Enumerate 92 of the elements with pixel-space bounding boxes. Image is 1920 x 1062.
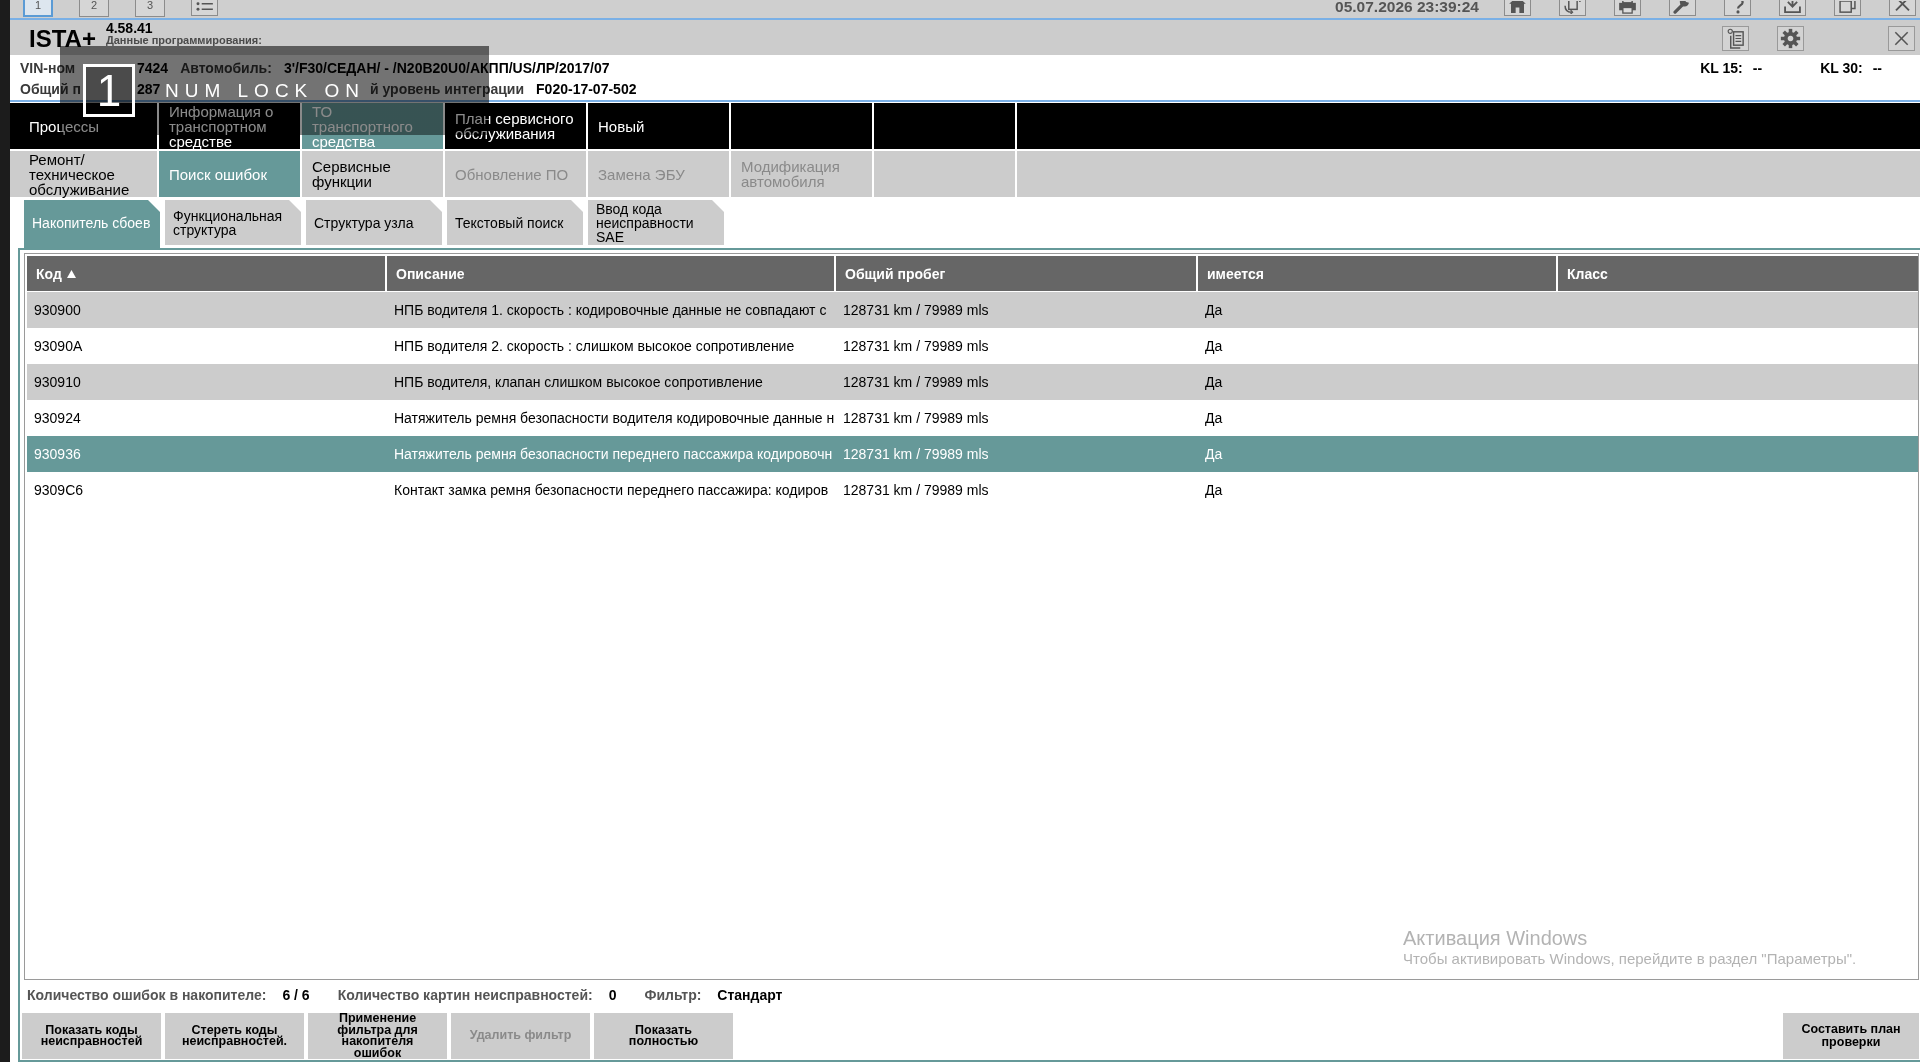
status-value: 6 / 6	[282, 987, 310, 1003]
programming-data-label: Данные программирования:	[105, 35, 262, 46]
table-cell-text: Да	[1204, 301, 1224, 320]
table-cell-text: 128731 km / 79989 mls	[842, 481, 990, 500]
home-icon	[1507, 1, 1528, 14]
table-cell-text: НПБ водителя 2. скорость : слишком высокое сопротивление	[393, 337, 796, 356]
column-header[interactable]: Класс	[1558, 256, 1918, 291]
sub-tab[interactable]: Структура узла	[306, 200, 442, 245]
status-label: Количество картин неисправностей:	[337, 987, 593, 1003]
table-row[interactable]: 930910 НПБ водителя, клапан слишком высокое сопротивление 128731 km / 79989 mls Да	[27, 364, 1918, 400]
action-button[interactable]: Составить план проверки	[1783, 1013, 1919, 1059]
close-icon	[1892, 1, 1913, 14]
column-header[interactable]: Код	[27, 256, 385, 291]
column-header[interactable]: имеется	[1198, 256, 1556, 291]
info-value: 287	[137, 80, 161, 97]
toolbar-button[interactable]	[1559, 0, 1586, 16]
column-header[interactable]: Описание	[387, 256, 834, 291]
toolbar-button[interactable]	[1669, 0, 1696, 16]
table-cell-text: 128731 km / 79989 mls	[842, 409, 990, 428]
num-lock-message: NUM LOCK ON	[165, 79, 366, 102]
sub-tab[interactable]: Ввод кода неисправности SAE	[588, 200, 724, 245]
info-value: F020-17-07-502	[536, 80, 637, 97]
terminal-value: --	[1752, 59, 1763, 76]
info-value: 3'/F30/СЕДАН/ - /N20B20U0/АКПП/US/ЛР/2017/07	[283, 59, 610, 76]
menu-category: Ремонт/ техническое обслуживание	[10, 151, 157, 197]
workspace-tab[interactable]: 2	[79, 0, 109, 17]
status-label: Фильтр:	[644, 987, 702, 1003]
table-cell-text: НПБ водителя, клапан слишком высокое сопротивление	[393, 373, 764, 392]
toolbar-button[interactable]	[1614, 0, 1641, 16]
info-value: 7424	[137, 59, 169, 76]
status-value: 0	[608, 987, 617, 1003]
table-cell-text: 128731 km / 79989 mls	[842, 445, 990, 464]
workspace-tab[interactable]: 3	[135, 0, 165, 17]
terminal-label: KL 15:	[1700, 59, 1743, 76]
menu-tab[interactable]: Информация о транспортном средстве	[159, 103, 300, 149]
menu-tab[interactable]: Новый	[588, 103, 729, 149]
date-time: 05.07.2026 23:39:24	[1335, 0, 1479, 13]
list-icon	[194, 1, 215, 14]
sub-tab[interactable]: Текстовый поиск	[447, 200, 583, 245]
activation-message: Чтобы активировать Windows, перейдите в раздел "Параметры".	[1403, 950, 1857, 968]
table-cell-text: 93090A	[33, 337, 84, 356]
table-cell-text: 930936	[33, 445, 82, 464]
table-cell-text: Да	[1204, 337, 1224, 356]
action-button[interactable]: Стереть коды неисправностей.	[165, 1013, 304, 1059]
menu-tab[interactable]: Сервисные функции	[302, 151, 443, 197]
terminal-value: --	[1872, 59, 1882, 76]
documents-icon	[1725, 28, 1746, 49]
toolbar-button[interactable]	[1722, 26, 1749, 51]
activation-title: Активация Windows	[1403, 926, 1589, 950]
table-cell-text: 930924	[33, 409, 82, 428]
table-cell-text: Да	[1204, 481, 1224, 500]
toolbar-button[interactable]	[1834, 0, 1861, 16]
table-cell-text: 930900	[33, 301, 82, 320]
table-cell-text: Контакт замка ремня безопасности переднего пассажира: кодиров	[393, 481, 830, 500]
window-icon	[1837, 1, 1858, 14]
settings-button[interactable]	[1777, 26, 1804, 51]
table-cell-text: Да	[1204, 373, 1224, 392]
action-button[interactable]: Показать коды неисправностей	[22, 1013, 161, 1059]
printer-icon	[1617, 1, 1638, 14]
table-cell-text: Натяжитель ремня безопасности переднего пассажира кодировочн	[393, 445, 834, 464]
toolbar-button[interactable]	[1504, 0, 1531, 16]
app-title: ISTA+	[29, 26, 96, 52]
toolbar-button[interactable]	[1779, 0, 1806, 16]
table-cell-text: 128731 km / 79989 mls	[842, 373, 990, 392]
table-cell-text: НПБ водителя 1. скорость : кодировочные данные не совпадают с	[393, 301, 828, 320]
table-cell-text: 128731 km / 79989 mls	[842, 301, 990, 320]
action-button[interactable]: Применение фильтра для накопителя ошибок	[308, 1013, 447, 1059]
settings-icon	[1780, 28, 1801, 49]
download-icon	[1782, 1, 1803, 14]
column-header[interactable]: Общий пробег	[836, 256, 1196, 291]
sub-tab[interactable]: Функциональная структура	[165, 200, 301, 245]
close-icon	[1893, 30, 1910, 47]
table-cell-text: Натяжитель ремня безопасности водителя кодировочные данные н	[393, 409, 834, 428]
table-cell-text: 930910	[33, 373, 82, 392]
status-value: Стандарт	[717, 987, 783, 1003]
table-cell-text: Да	[1204, 445, 1224, 464]
menu-tab[interactable]: План сервисного обслуживания	[445, 103, 586, 149]
close-button[interactable]	[1888, 26, 1915, 51]
version-label: 4.58.41	[105, 21, 154, 35]
status-label: Количество ошибок в накопителе:	[27, 987, 267, 1003]
table-cell-text: Да	[1204, 409, 1224, 428]
terminal-label: KL 30:	[1820, 59, 1863, 76]
table-cell-text: 9309C6	[33, 481, 85, 500]
table-row[interactable]: 930900 НПБ водителя 1. скорость : кодировочные данные не совпадают с 128731 km / 79989 mls Да	[27, 292, 1918, 328]
toolbar-button[interactable]	[1724, 0, 1751, 16]
info-label: Автомобиль:	[180, 59, 272, 76]
action-button[interactable]: Показать полностью	[594, 1013, 733, 1059]
table-cell-text: 128731 km / 79989 mls	[842, 337, 990, 356]
toolbar-button[interactable]	[191, 0, 218, 16]
workspace-tab[interactable]: 1	[23, 0, 53, 17]
document-arrow-icon	[1562, 1, 1583, 14]
toolbar-button[interactable]	[1889, 0, 1916, 16]
